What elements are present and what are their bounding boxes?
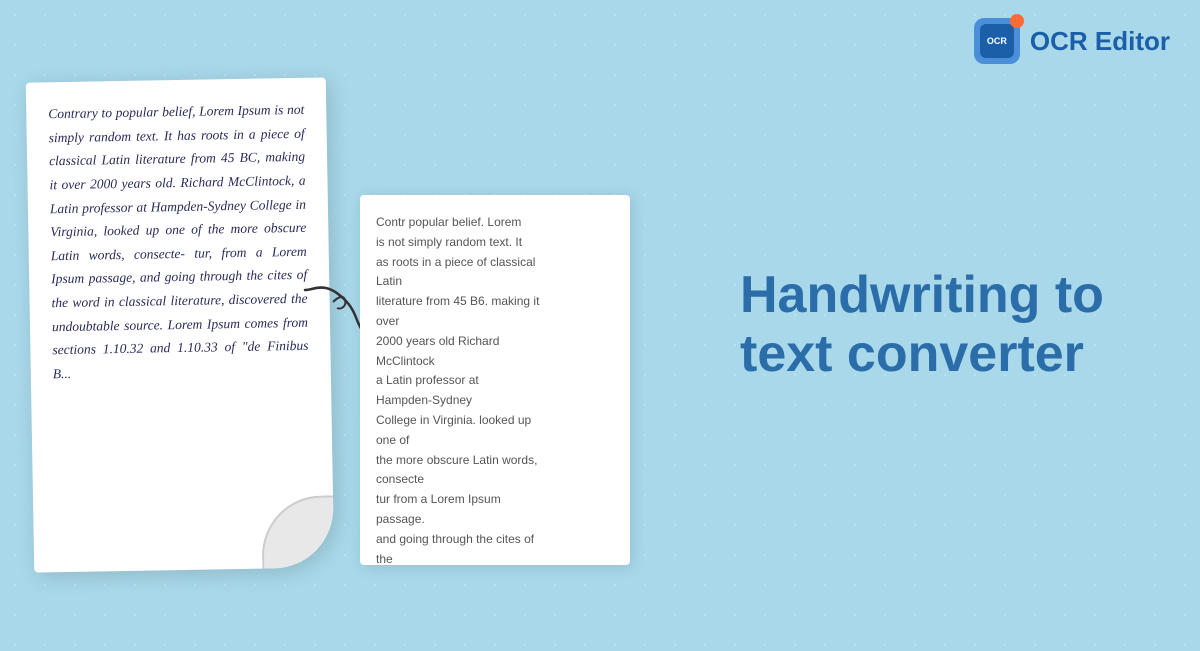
ocr-icon-label: OCR xyxy=(987,36,1007,46)
handwritten-document: Contrary to popular belief, Lorem Ipsum … xyxy=(26,77,335,572)
headline-text: Handwriting to text converter xyxy=(740,266,1160,386)
headline-line1: Handwriting to xyxy=(740,266,1104,324)
handwritten-text: Contrary to popular belief, Lorem Ipsum … xyxy=(48,98,309,386)
headline-line2: text converter xyxy=(740,326,1084,384)
ocr-app-icon: OCR xyxy=(974,18,1020,64)
header: OCR OCR Editor xyxy=(974,18,1170,64)
headline-section: Handwriting to text converter xyxy=(740,266,1160,386)
ocr-icon-inner: OCR xyxy=(980,24,1014,58)
app-title: OCR Editor xyxy=(1030,26,1170,57)
ocr-result-text: Contr popular belief. Lorem is not simpl… xyxy=(376,213,614,565)
ocr-result-panel: Contr popular belief. Lorem is not simpl… xyxy=(360,195,630,565)
